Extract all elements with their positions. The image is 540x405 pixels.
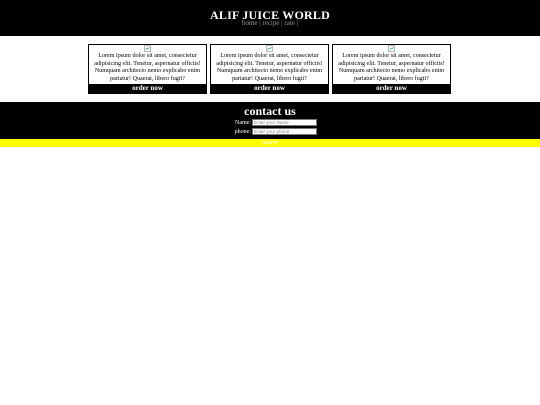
order-now-button[interactable]: order now (89, 84, 206, 93)
phone-label: phone: (234, 129, 251, 135)
phone-row: phone: (0, 128, 540, 136)
product-cards: Lorem ipsum dolor sit amet, consectetur … (88, 44, 452, 94)
broken-image-icon (144, 45, 151, 52)
nav-separator: | (281, 19, 283, 27)
card-description: Lorem ipsum dolor sit amet, consectetur … (216, 53, 323, 82)
card-description: Lorem ipsum dolor sit amet, consectetur … (338, 53, 445, 82)
submit-button[interactable]: Submit (260, 139, 280, 147)
nav-rate[interactable]: rate (284, 19, 295, 27)
product-card: Lorem ipsum dolor sit amet, consectetur … (332, 44, 451, 94)
nav-separator: | (296, 19, 299, 27)
phone-input[interactable] (252, 128, 317, 135)
card-description: Lorem ipsum dolor sit amet, consectetur … (94, 53, 201, 82)
contact-title: contact us (244, 104, 296, 118)
order-now-button[interactable]: order now (211, 84, 328, 93)
submit-bar: Submit (0, 139, 540, 147)
broken-image-icon (266, 45, 273, 52)
name-input[interactable] (252, 119, 317, 126)
product-card: Lorem ipsum dolor sit amet, consectetur … (88, 44, 207, 94)
nav-separator: | (259, 19, 261, 27)
main-nav: home | recipe | rate | (0, 19, 540, 27)
product-card: Lorem ipsum dolor sit amet, consectetur … (210, 44, 329, 94)
broken-image-icon (388, 45, 395, 52)
site-header: ALIF JUICE WORLD home | recipe | rate | (0, 0, 540, 36)
order-now-button[interactable]: order now (333, 84, 450, 93)
nav-home[interactable]: home (242, 19, 258, 27)
nav-recipe[interactable]: recipe (262, 19, 279, 27)
contact-section: contact us Name: phone: (0, 102, 540, 139)
name-label: Name: (235, 120, 251, 126)
name-row: Name: (0, 119, 540, 127)
